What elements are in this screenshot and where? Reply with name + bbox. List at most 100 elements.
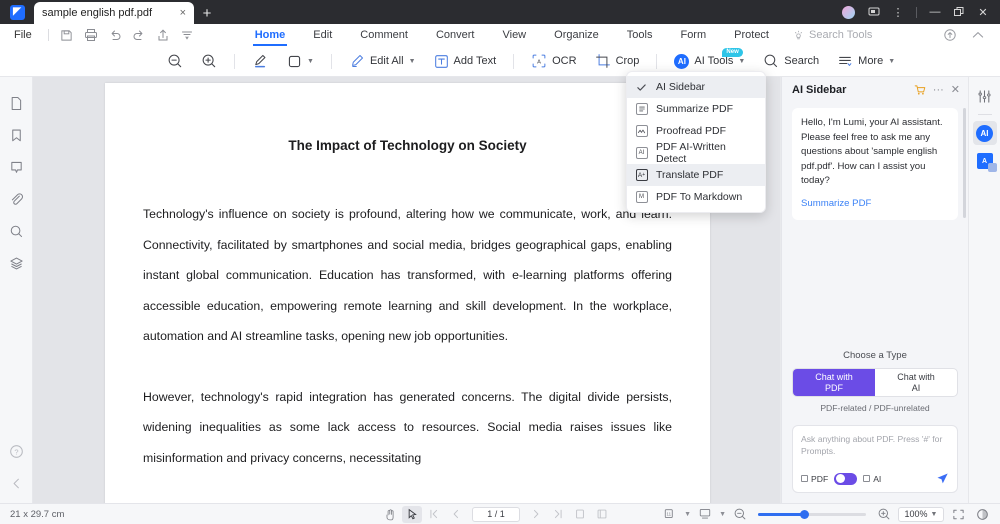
help-icon[interactable]: ? [0,435,33,467]
check-icon [635,81,648,94]
left-rail-bottom: ? [0,435,33,503]
proofread-icon [635,125,648,138]
translate-panel-icon[interactable]: A [973,149,997,173]
more-menu-icon[interactable]: ⋮ [887,0,909,24]
chevron-down-icon[interactable]: ▼ [684,511,691,518]
upload-cloud-icon[interactable] [938,24,962,46]
menu-item-summarize-pdf[interactable]: Summarize PDF [627,98,765,120]
continuous-scroll-icon[interactable] [592,506,612,523]
chat-with-pdf-line1: Chat with [815,371,853,382]
chat-composer[interactable]: Ask anything about PDF. Press '#' for Pr… [792,425,958,493]
minimize-button[interactable]: — [924,0,946,24]
ribbon-tab-form[interactable]: Form [666,24,720,46]
menu-item-ai-written-detect[interactable]: AI PDF AI-Written Detect [627,141,765,165]
toolbar-divider-2 [330,53,332,69]
avatar[interactable] [842,5,855,19]
single-page-icon[interactable] [570,506,590,523]
ai-sidebar-header: AI Sidebar ··· ✕ [782,77,968,102]
crop-button[interactable]: Crop [586,49,649,73]
properties-icon[interactable] [973,84,997,108]
zoom-level-select[interactable]: 100% ▼ [898,506,944,522]
hand-tool-icon[interactable] [380,506,400,523]
share-icon[interactable] [151,24,175,46]
undo-icon[interactable] [103,24,127,46]
ocr-button[interactable]: A OCR [522,49,585,73]
menu-item-proofread-pdf[interactable]: Proofread PDF [627,120,765,142]
fit-page-icon[interactable] [948,506,968,523]
theme-icon[interactable] [972,506,992,523]
redo-icon[interactable] [127,24,151,46]
chevron-down-icon: ▼ [888,57,896,65]
ribbon-tab-organize[interactable]: Organize [540,24,613,46]
menu-item-pdf-to-markdown[interactable]: M PDF To Markdown [627,186,765,208]
more-tools-button[interactable]: More ▼ [828,49,904,73]
file-menu[interactable]: File [0,29,42,41]
maximize-button[interactable] [948,0,970,24]
collapse-panel-icon[interactable] [0,467,33,499]
collapse-ribbon-icon[interactable] [966,24,990,46]
layers-icon[interactable] [0,247,33,279]
ai-tools-button[interactable]: AI New AI Tools ▼ [665,47,754,73]
thumbnails-icon[interactable] [0,87,33,119]
ribbon-tab-view[interactable]: View [488,24,540,46]
new-tab-button[interactable]: + [194,2,220,24]
chevron-down-icon-2[interactable]: ▼ [719,511,726,518]
search-icon[interactable] [0,215,33,247]
feedback-icon[interactable] [863,0,885,24]
add-text-button[interactable]: Add Text [425,49,506,73]
ai-assistant-icon[interactable]: AI [972,121,997,145]
ribbon-tab-tools[interactable]: Tools [613,24,667,46]
view-mode-icon[interactable] [695,506,715,523]
zoom-out-button[interactable] [158,49,192,73]
sidebar-scrollbar[interactable] [963,108,966,218]
zoom-slider-handle[interactable] [800,509,809,519]
summarize-pdf-link[interactable]: Summarize PDF [801,197,949,212]
zoom-in-icon[interactable] [874,506,894,523]
shape-button[interactable]: ▼ [278,49,323,73]
cart-icon[interactable] [914,84,926,96]
search-tools[interactable]: Search Tools [793,29,872,41]
ribbon-tab-comment[interactable]: Comment [346,24,422,46]
save-icon[interactable] [55,24,79,46]
close-window-button[interactable]: ✕ [972,0,994,24]
ribbon-tab-home[interactable]: Home [241,24,300,46]
customize-toolbar-icon[interactable] [175,24,199,46]
pdf-page[interactable]: The Impact of Technology on Society Tech… [105,83,710,503]
comment-icon[interactable] [0,151,33,183]
chat-with-ai-line2: AI [911,382,921,393]
print-icon[interactable] [79,24,103,46]
close-icon[interactable]: ✕ [951,83,960,96]
document-title: The Impact of Technology on Society [288,138,527,153]
close-tab-icon[interactable]: × [180,7,186,19]
first-page-icon[interactable] [424,506,444,523]
next-page-icon[interactable] [526,506,546,523]
last-page-icon[interactable] [548,506,568,523]
chat-with-pdf-button[interactable]: Chat with PDF [793,369,875,396]
more-icon[interactable]: ··· [933,84,944,96]
send-icon[interactable] [936,472,949,485]
zoom-slider[interactable] [758,507,866,521]
menu-item-translate-pdf[interactable]: A + Translate PDF [627,164,765,186]
highlight-button[interactable] [243,49,278,73]
attachment-icon[interactable] [0,183,33,215]
page-number-input[interactable]: 1 / 1 [472,506,520,522]
page-layout-icon[interactable]: 11 [660,506,680,523]
ribbon-tab-protect[interactable]: Protect [720,24,783,46]
search-button[interactable]: Search [754,49,828,73]
ribbon-tab-edit[interactable]: Edit [299,24,346,46]
zoom-in-button[interactable] [192,49,226,73]
chat-input-placeholder[interactable]: Ask anything about PDF. Press '#' for Pr… [801,433,949,457]
document-tab[interactable]: sample english pdf.pdf × [34,2,194,24]
chat-with-ai-line1: Chat with [897,371,935,382]
ai-sidebar-title: AI Sidebar [792,83,847,96]
chat-with-ai-button[interactable]: Chat with AI [875,369,957,396]
chevron-down-icon: ▼ [738,57,746,65]
bookmark-icon[interactable] [0,119,33,151]
ribbon-tab-convert[interactable]: Convert [422,24,489,46]
prev-page-icon[interactable] [446,506,466,523]
select-tool-icon[interactable] [402,505,422,523]
pdf-ai-toggle[interactable] [834,472,858,485]
zoom-out-icon[interactable] [730,506,750,523]
menu-item-ai-sidebar[interactable]: AI Sidebar [627,76,765,98]
edit-all-button[interactable]: Edit All ▼ [340,49,425,73]
